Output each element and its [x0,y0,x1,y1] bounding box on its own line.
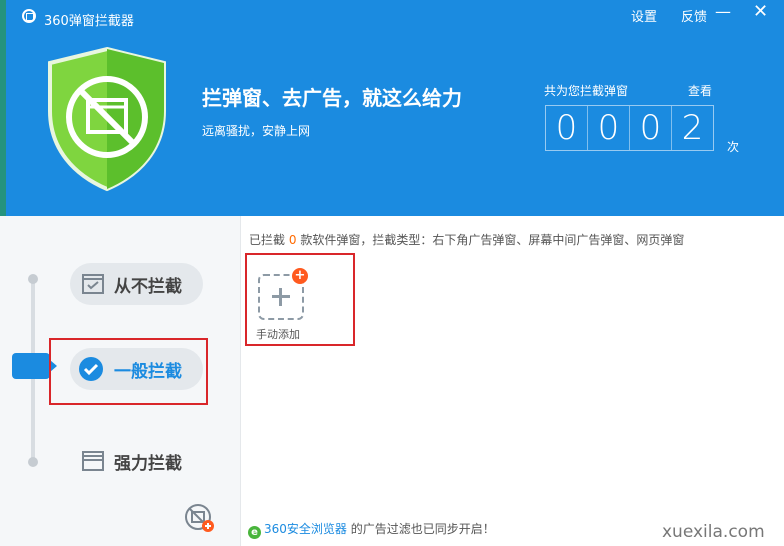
footer-text: 的广告过滤也已同步开启！ [350,522,495,536]
window-strong-icon [82,451,104,471]
block-count-label: 共为您拦截弹窗 [544,84,629,98]
app-title: 360弹窗拦截器 [44,14,134,29]
slider-stop-never[interactable] [28,274,38,284]
browser-link[interactable]: 360安全浏览器 [264,522,347,536]
window-check-icon [82,274,104,294]
app-window: 360弹窗拦截器 设置 反馈 — ✕ 拦弹窗、去广告，就这么给力 远离骚扰，安静… [0,0,784,546]
mode-label-never: 从不拦截 [114,276,182,297]
blocked-info: 已拦截 0 款软件弹窗，拦截类型：右下角广告弹窗、屏幕中间广告弹窗、网页弹窗 [249,231,684,248]
mode-slider-handle[interactable] [12,353,57,379]
counter-digit: 0 [630,106,672,150]
settings-link[interactable]: 设置 [631,6,657,25]
app-logo-icon [22,9,36,23]
footer-note: e 360安全浏览器 的广告过滤也已同步开启！ [248,520,495,539]
slogan-title: 拦弹窗、去广告，就这么给力 [202,86,462,110]
highlight-box-mode [49,338,208,405]
view-history-link[interactable]: 查看 [688,82,712,99]
mode-option-never[interactable]: 从不拦截 [70,263,203,305]
counter-unit: 次 [727,140,740,154]
minimize-button[interactable]: — [715,2,731,21]
popup-blocked-icon[interactable] [184,503,214,533]
close-button[interactable]: ✕ [753,1,768,22]
mode-option-strong[interactable]: 强力拦截 [70,440,203,482]
feedback-link[interactable]: 反馈 [681,6,707,25]
counter-digit: 0 [546,106,588,150]
info-prefix: 已拦截 [249,233,286,247]
slogan-subtitle: 远离骚扰，安静上网 [202,124,311,138]
info-count: 0 [288,233,297,247]
highlight-box-add [245,253,355,346]
watermark: xuexila.com [662,522,765,542]
slider-stop-strong[interactable] [28,457,38,467]
counter-digit: 2 [681,108,704,148]
block-counter: 0 0 0 2 [545,105,714,151]
counter-digit: 0 [588,106,630,150]
shield-logo-icon [48,46,166,192]
browser-logo-icon: e [248,526,261,539]
mode-label-strong: 强力拦截 [114,453,182,474]
info-suffix: 款软件弹窗，拦截类型：右下角广告弹窗、屏幕中间广告弹窗、网页弹窗 [300,233,685,247]
title-bar: 360弹窗拦截器 设置 反馈 — ✕ [0,0,784,34]
